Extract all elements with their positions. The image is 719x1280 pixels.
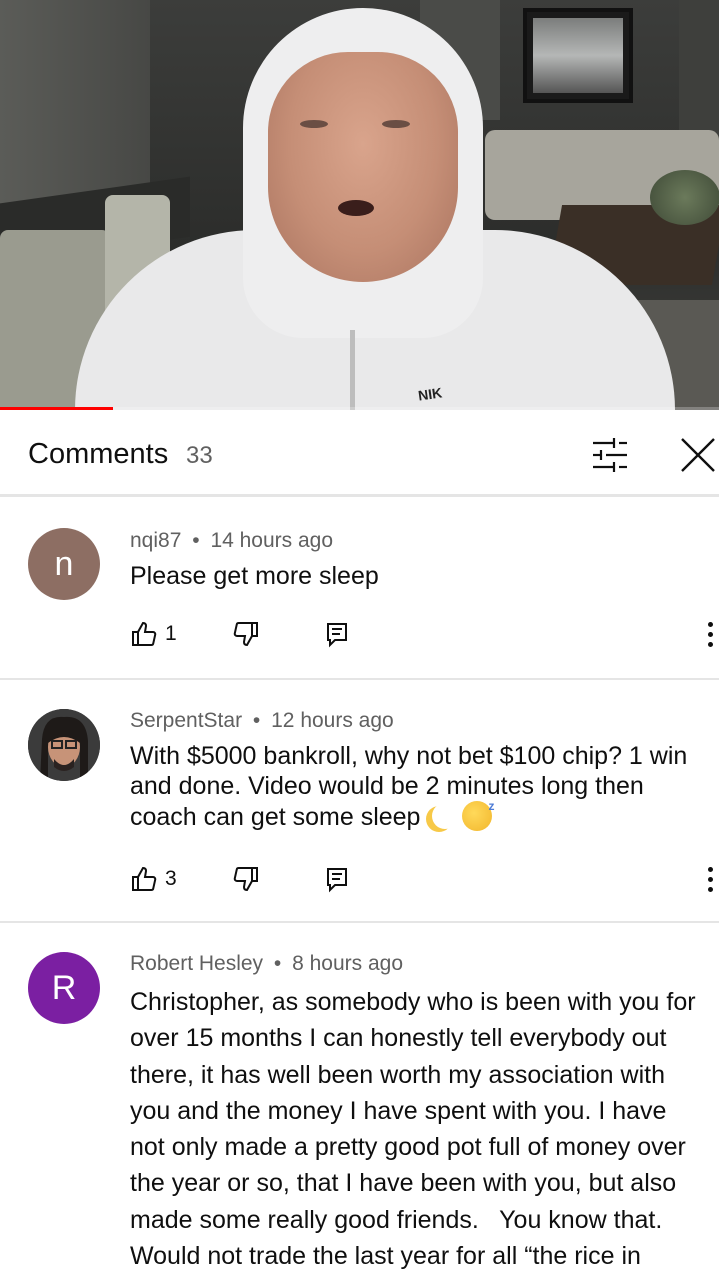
comment-author[interactable]: SerpentStar [130, 709, 242, 732]
sleeping-face-icon [462, 791, 494, 831]
avatar-letter: R [51, 968, 77, 1007]
thumbs-up-icon [132, 866, 157, 891]
avatar-letter: n [54, 544, 74, 583]
sort-filter-icon [593, 438, 627, 472]
reply-icon [327, 868, 347, 893]
presenter-mouth [338, 200, 374, 216]
hoodie-zipper [350, 330, 355, 410]
user-photo-icon [28, 709, 100, 781]
dot-icon [707, 866, 713, 872]
thumbs-down-icon [233, 622, 258, 647]
like-count: 1 [165, 622, 177, 645]
comment-time: 8 hours ago [292, 952, 404, 975]
wall-picture [523, 8, 633, 103]
comment-author[interactable]: Robert Hesley [130, 952, 263, 975]
like-button[interactable]: 1 [130, 618, 177, 650]
comments-count: 33 [186, 442, 213, 469]
meta-separator: • [192, 529, 200, 552]
close-button[interactable] [676, 433, 719, 477]
comment-time: 14 hours ago [210, 529, 334, 552]
comment-text: Please get more sleep [130, 562, 379, 590]
dislike-button[interactable] [232, 618, 260, 650]
reply-button[interactable] [325, 618, 349, 650]
presenter-eye [382, 120, 410, 128]
comment-text: With $5000 bankroll, why not bet $100 ch… [130, 741, 705, 832]
reply-icon [327, 623, 347, 648]
crescent-moon-icon [432, 803, 458, 829]
avatar[interactable]: n [28, 528, 100, 600]
avatar[interactable]: R [28, 952, 100, 1024]
dot-icon [707, 621, 713, 627]
comment-text-content: With $5000 bankroll, why not bet $100 ch… [130, 742, 688, 831]
dot-icon [707, 876, 713, 882]
video-progress-bar[interactable] [0, 407, 719, 410]
like-button[interactable]: 3 [130, 863, 177, 895]
more-options-button[interactable] [702, 863, 718, 895]
meta-separator: • [273, 952, 282, 975]
comment-meta: Robert Hesley • 8 hours ago [130, 952, 403, 976]
background-plant [650, 170, 719, 225]
dot-icon [707, 886, 713, 892]
close-icon [681, 438, 715, 472]
presenter-eye [300, 120, 328, 128]
comment-meta: SerpentStar • 12 hours ago [130, 709, 394, 733]
comments-header: Comments 33 [0, 411, 719, 497]
avatar[interactable] [28, 709, 100, 781]
comment-author[interactable]: nqi87 [130, 529, 181, 552]
thumbs-up-icon [132, 621, 157, 646]
hoodie-logo-text: NIK [417, 384, 444, 404]
dot-icon [707, 631, 713, 637]
presenter-face [268, 52, 458, 282]
comments-title: Comments [28, 438, 169, 470]
thumbs-down-icon [233, 867, 258, 892]
comment-item: SerpentStar • 12 hours ago With $5000 ba… [0, 680, 719, 923]
reply-button[interactable] [325, 863, 349, 895]
more-options-button[interactable] [702, 618, 718, 650]
dislike-button[interactable] [232, 863, 260, 895]
comment-text: Christopher, as somebody who is been wit… [130, 988, 696, 1280]
comment-item: n nqi87 • 14 hours ago Please get more s… [0, 500, 719, 680]
comment-meta: nqi87 • 14 hours ago [130, 529, 333, 553]
like-count: 3 [165, 867, 177, 890]
sort-filter-button[interactable] [588, 433, 632, 477]
comment-item: R Robert Hesley • 8 hours ago Christophe… [0, 923, 719, 1280]
video-progress-fill [0, 407, 113, 410]
dot-icon [707, 641, 713, 647]
comment-time: 12 hours ago [271, 709, 394, 732]
video-player[interactable]: NIK [0, 0, 719, 410]
meta-separator: • [252, 709, 261, 732]
